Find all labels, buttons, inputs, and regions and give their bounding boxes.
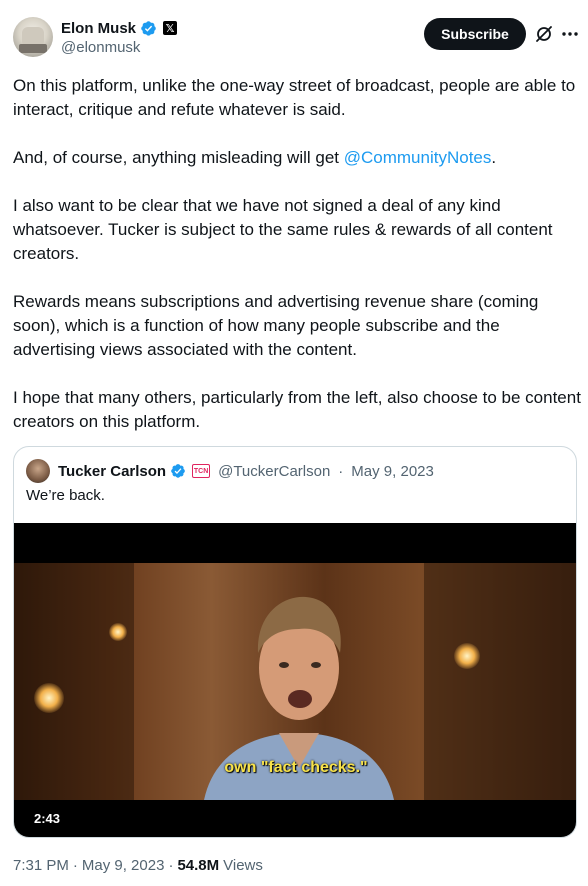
meta-separator: · (338, 462, 344, 480)
community-notes-mention-link[interactable]: @CommunityNotes (344, 148, 492, 167)
meta-separator: · (168, 857, 174, 874)
tweet-footer: 7:31 PM · May 9, 2023 · 54.8M Views (13, 857, 263, 874)
tweet-time[interactable]: 7:31 PM (13, 857, 69, 874)
tweet-text: On this platform, unlike the one-way str… (13, 74, 581, 458)
video-subtitle: own "fact checks." (224, 759, 368, 776)
tweet-text-fragment: . (491, 148, 497, 167)
grok-icon[interactable] (534, 24, 554, 44)
quoted-author-handle[interactable]: @TuckerCarlson (218, 463, 330, 480)
tweet-paragraph: On this platform, unlike the one-way str… (13, 76, 576, 119)
tweet-date[interactable]: May 9, 2023 (82, 857, 165, 874)
video-duration: 2:43 (34, 811, 61, 826)
author-name[interactable]: Elon Musk (61, 20, 136, 37)
verified-badge-icon (141, 20, 156, 36)
video-player[interactable]: own "fact checks." 2:43 (14, 523, 576, 837)
subscribe-button[interactable]: Subscribe (424, 18, 526, 50)
tcn-badge-text: TCN (193, 467, 209, 475)
verified-badge-icon (171, 464, 185, 478)
quoted-tweet-card[interactable]: Tucker Carlson TCN @TuckerCarlson · May … (13, 446, 577, 838)
video-frame: own "fact checks." (14, 563, 576, 800)
author-handle[interactable]: @elonmusk (61, 39, 140, 56)
tweet-header: Elon Musk 𝕏 @elonmusk Subscribe (0, 0, 588, 70)
author-avatar[interactable] (13, 17, 53, 57)
quoted-author-name[interactable]: Tucker Carlson (58, 463, 166, 480)
quoted-tweet-header: Tucker Carlson TCN @TuckerCarlson · May … (26, 459, 434, 483)
tweet-paragraph: I also want to be clear that we have not… (13, 196, 553, 263)
tweet-paragraph: I hope that many others, particularly fr… (13, 388, 581, 431)
views-label: Views (223, 857, 263, 874)
quoted-tweet-text: We’re back. (26, 487, 105, 504)
meta-separator: · (72, 857, 78, 874)
views-count: 54.8M (177, 857, 220, 874)
more-options-icon[interactable] (560, 24, 580, 44)
tweet-paragraph: And, of course, anything misleading will… (13, 146, 581, 170)
quoted-author-avatar[interactable] (26, 459, 50, 483)
author-name-row: Elon Musk 𝕏 (61, 18, 178, 38)
tweet-text-fragment: And, of course, anything misleading will… (13, 148, 344, 167)
quoted-tweet-date[interactable]: May 9, 2023 (351, 463, 434, 480)
tweet-paragraph: Rewards means subscriptions and advertis… (13, 292, 539, 359)
tcn-affiliate-badge: TCN (192, 464, 211, 478)
x-affiliate-icon: 𝕏 (163, 21, 178, 35)
